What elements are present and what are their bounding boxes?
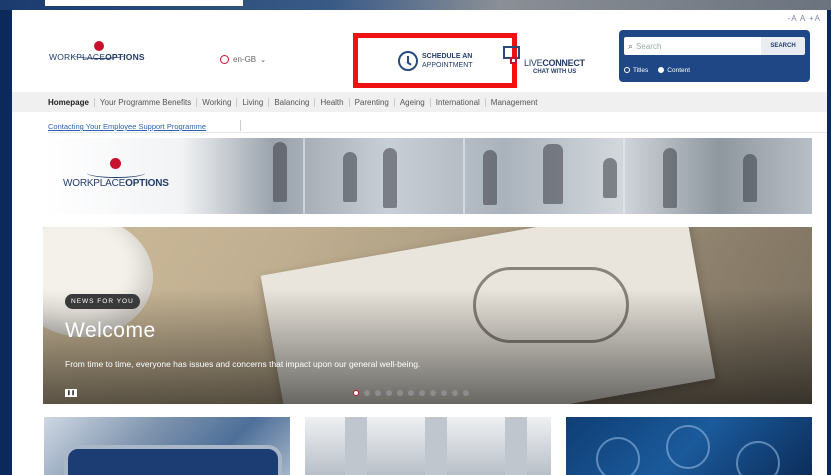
clock-icon [398, 51, 418, 71]
hero-slider[interactable]: NEWS FOR YOU Welcome From time to time, … [43, 227, 812, 404]
search-option-titles[interactable]: Titles [624, 67, 648, 74]
feature-card-2[interactable] [305, 417, 551, 475]
slider-dot[interactable] [386, 390, 392, 396]
search-option-content[interactable]: Content [658, 67, 690, 74]
slider-dot[interactable] [397, 390, 403, 396]
nav-item-programme-benefits[interactable]: Your Programme Benefits [95, 97, 198, 107]
banner-window [303, 138, 305, 214]
search-scope-options: Titles Content [624, 67, 690, 74]
search-panel: ⌕ Search SEARCH Titles Content [619, 30, 810, 82]
nav-item-parenting[interactable]: Parenting [350, 97, 395, 107]
banner-person [603, 158, 617, 198]
search-input[interactable]: ⌕ Search [624, 37, 761, 55]
search-button[interactable]: SEARCH [761, 37, 805, 55]
nav-item-balancing[interactable]: Balancing [269, 97, 316, 107]
slider-dot[interactable] [452, 390, 458, 396]
card-image-column [505, 417, 527, 475]
hero-text: From time to time, everyone has issues a… [65, 359, 421, 369]
subnav-divider [240, 120, 241, 131]
nav-item-international[interactable]: International [431, 97, 486, 107]
banner-person [543, 144, 563, 204]
globe-icon [220, 55, 229, 64]
radio-titles[interactable] [624, 67, 630, 73]
banner-window [623, 138, 625, 214]
slider-dot[interactable] [441, 390, 447, 396]
card-image-column [425, 417, 447, 475]
nav-item-ageing[interactable]: Ageing [395, 97, 431, 107]
main-nav: Homepage Your Programme Benefits Working… [12, 92, 827, 112]
slider-dot[interactable] [430, 390, 436, 396]
slider-dot[interactable] [375, 390, 381, 396]
hero-title: Welcome [65, 319, 156, 342]
schedule-label: SCHEDULE AN APPOINTMENT [422, 52, 473, 69]
banner-person [343, 152, 357, 202]
card-image-phone [64, 445, 282, 475]
banner-logo-arc [87, 168, 145, 178]
nav-item-living[interactable]: Living [237, 97, 270, 107]
search-placeholder: Search [636, 41, 662, 51]
chat-with-us-label: CHAT WITH US [533, 69, 577, 75]
site-logo[interactable]: WORKPLACEOPTIONS [49, 38, 149, 68]
card-image-circle [596, 437, 640, 475]
header-banner: WORKPLACEOPTIONS [43, 138, 812, 214]
language-value: en-GB [233, 55, 257, 64]
hero-shade [43, 227, 812, 404]
search-icon: ⌕ [628, 40, 634, 51]
banner-person [383, 148, 397, 208]
nav-item-health[interactable]: Health [315, 97, 350, 107]
subnav-link-contacting[interactable]: Contacting Your Employee Support Program… [48, 122, 206, 131]
card-image-circle [666, 425, 710, 469]
banner-logo-text: WORKPLACEOPTIONS [63, 178, 169, 189]
chat-icon [503, 46, 520, 64]
banner-window [463, 138, 465, 214]
news-badge: NEWS FOR YOU [65, 294, 140, 309]
banner-person [483, 150, 497, 205]
slider-dot[interactable] [419, 390, 425, 396]
pause-icon[interactable]: ❚❚ [65, 389, 77, 397]
nav-item-working[interactable]: Working [197, 97, 238, 107]
chevron-down-icon: ⌄ [260, 56, 266, 64]
slider-dot[interactable] [463, 390, 469, 396]
radio-content[interactable] [658, 67, 665, 73]
banner-person [663, 148, 677, 208]
banner-logo: WORKPLACEOPTIONS [61, 158, 171, 192]
header-divider [48, 132, 827, 133]
banner-person [743, 154, 757, 202]
card-image-circle [736, 441, 780, 475]
top-strip-white-bar [45, 0, 243, 6]
slider-dot[interactable] [364, 390, 370, 396]
schedule-appointment-button[interactable]: SCHEDULE AN APPOINTMENT [353, 33, 517, 88]
logo-text: WORKPLACEOPTIONS [49, 52, 145, 62]
nav-item-management[interactable]: Management [486, 98, 543, 107]
feature-card-1[interactable] [44, 417, 290, 475]
slider-dot[interactable] [353, 390, 359, 396]
page: -A A +A WORKPLACEOPTIONS en-GB ⌄ SCHEDUL… [12, 10, 827, 475]
banner-person [273, 142, 287, 202]
card-image-column [345, 417, 367, 475]
live-connect-label: LIVECONNECT [524, 58, 585, 68]
font-size-controls[interactable]: -A A +A [788, 14, 821, 23]
browser-top-strip [0, 0, 831, 10]
feature-card-3[interactable] [566, 417, 812, 475]
slider-dot[interactable] [408, 390, 414, 396]
nav-item-homepage[interactable]: Homepage [48, 97, 95, 107]
live-connect-button[interactable]: LIVECONNECT CHAT WITH US [503, 46, 593, 86]
language-selector[interactable]: en-GB ⌄ [220, 55, 266, 64]
slider-dots [353, 390, 469, 396]
